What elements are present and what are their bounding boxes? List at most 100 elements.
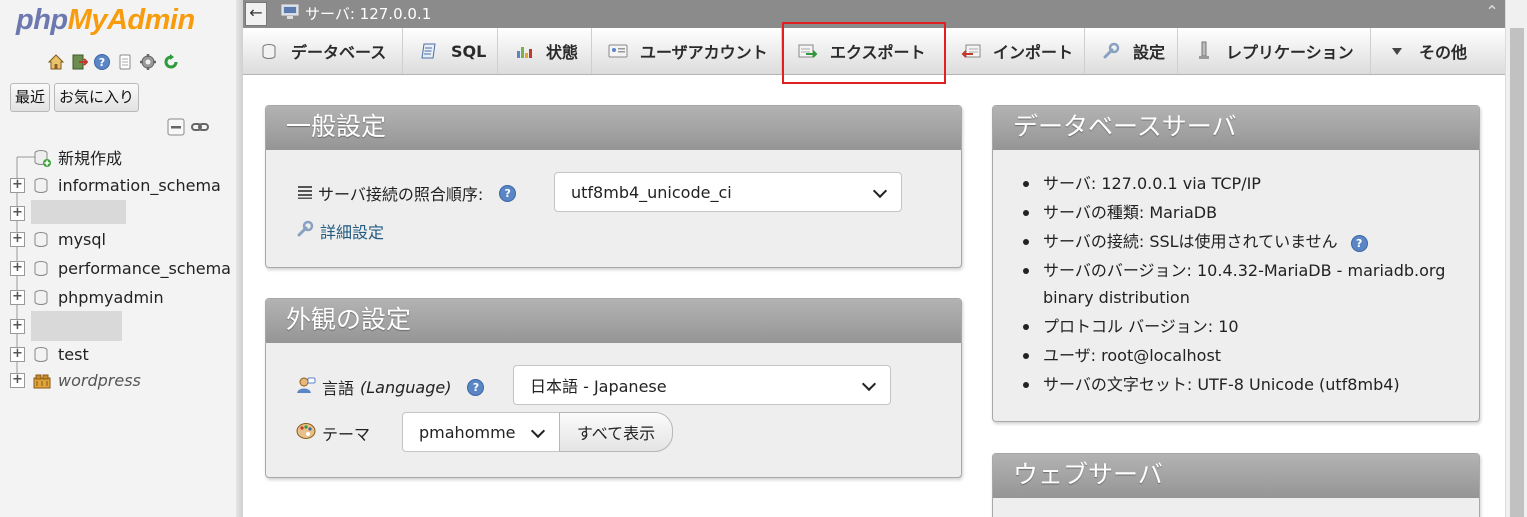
- tree-item-phpmyadmin[interactable]: + phpmyadmin: [0, 283, 236, 311]
- tree-item-information-schema[interactable]: + information_schema: [0, 171, 236, 199]
- navigation-panel: phpMyAdmin ? 最近 お気に入り 新規作成 + information…: [0, 0, 243, 517]
- panel-title: 一般設定: [266, 106, 961, 150]
- panel-title: データベースサーバ: [993, 106, 1479, 150]
- favorites-tab[interactable]: お気に入り: [54, 83, 140, 112]
- link-icon[interactable]: [191, 118, 209, 140]
- tab-label: データベース: [291, 43, 387, 62]
- collapse-icon[interactable]: ⌃: [1483, 4, 1501, 22]
- palette-icon: [296, 422, 316, 444]
- recent-tab[interactable]: 最近: [10, 83, 51, 112]
- tab-replication[interactable]: レプリケーション: [1178, 28, 1371, 74]
- tree-new-label: 新規作成: [58, 149, 123, 168]
- language-en-label: (Language): [360, 377, 452, 397]
- list-item: プロトコル バージョン: 10: [1013, 313, 1473, 340]
- nav-resize-handle[interactable]: [236, 0, 243, 517]
- tab-export[interactable]: エクスポート: [782, 28, 945, 74]
- panel-title: ウェブサーバ: [993, 454, 1479, 498]
- tab-label: 状態: [546, 43, 579, 62]
- users-icon: [608, 41, 628, 61]
- expand-icon[interactable]: +: [10, 372, 25, 388]
- docs-icon[interactable]: [115, 52, 135, 72]
- theme-select[interactable]: pmahomme: [402, 412, 560, 452]
- help-icon[interactable]: ?: [467, 378, 485, 396]
- tree-item-test[interactable]: + test: [0, 340, 236, 368]
- nav-tree-tools: [167, 118, 209, 140]
- list-item: ユーザ: root@localhost: [1013, 342, 1473, 369]
- tab-user-accounts[interactable]: ユーザアカウント: [592, 28, 782, 74]
- wrench-icon: [296, 220, 314, 242]
- help-icon[interactable]: ?: [499, 184, 517, 202]
- help-icon[interactable]: ?: [1350, 235, 1368, 252]
- tab-more[interactable]: その他: [1371, 28, 1476, 74]
- tree-item-redacted[interactable]: +: [0, 311, 236, 341]
- tree-item-performance-schema[interactable]: + performance_schema: [0, 254, 236, 282]
- theme-value: pmahomme: [419, 422, 516, 442]
- language-select[interactable]: 日本語 - Japanese: [513, 365, 891, 405]
- wrench-icon: [1101, 41, 1121, 61]
- expand-icon[interactable]: +: [10, 231, 25, 247]
- language-icon: [296, 376, 316, 398]
- main-menu: データベース SQL 状態 ユーザアカウント エクスポート インポート 設定 レ…: [243, 28, 1505, 75]
- general-settings-panel: 一般設定 サーバ接続の照合順序: ? utf8mb4_unicode_ci 詳細…: [265, 105, 962, 268]
- expand-icon[interactable]: +: [10, 318, 25, 334]
- expand-icon[interactable]: +: [10, 346, 25, 362]
- exit-icon[interactable]: [69, 52, 89, 72]
- sql-icon: [419, 41, 439, 61]
- more-settings-link[interactable]: 詳細設定: [296, 219, 384, 243]
- logo-myadmin: MyAdmin: [67, 4, 196, 36]
- tree-item-redacted[interactable]: +: [0, 199, 236, 227]
- logo-php: php: [16, 4, 68, 36]
- server-label: サーバ: 127.0.0.1: [305, 5, 432, 23]
- list-item: サーバの文字セット: UTF-8 Unicode (utf8mb4): [1013, 371, 1473, 398]
- expand-icon[interactable]: +: [10, 205, 25, 221]
- back-arrow-button[interactable]: ←: [245, 2, 267, 26]
- replication-icon: [1194, 41, 1214, 61]
- language-row: 言語 (Language) ?: [296, 375, 485, 399]
- tree-item-label: performance_schema: [58, 258, 231, 278]
- collapse-all-icon[interactable]: [167, 118, 185, 140]
- database-icon: [33, 260, 49, 277]
- expand-icon[interactable]: +: [10, 260, 25, 276]
- collation-value: utf8mb4_unicode_ci: [571, 182, 732, 202]
- tree-item-mysql[interactable]: + mysql: [0, 225, 236, 253]
- status-icon: [514, 41, 534, 61]
- tree-item-wordpress[interactable]: + wordpress: [0, 366, 236, 394]
- reload-icon[interactable]: [161, 52, 181, 72]
- tree-item-label: information_schema: [58, 175, 221, 195]
- tab-status[interactable]: 状態: [498, 28, 592, 74]
- nav-tabs: 最近 お気に入り: [10, 83, 140, 112]
- help-icon[interactable]: ?: [92, 52, 112, 72]
- expand-icon[interactable]: +: [10, 177, 25, 193]
- breadcrumb[interactable]: サーバ: 127.0.0.1: [281, 3, 431, 24]
- home-icon[interactable]: [46, 52, 66, 72]
- database-server-panel: データベースサーバ サーバ: 127.0.0.1 via TCP/IP サーバの…: [992, 105, 1480, 422]
- scrollbar-thumb[interactable]: [1510, 28, 1524, 517]
- appearance-settings-panel: 外観の設定 言語 (Language) ? 日本語 - Japanese テーマ…: [265, 298, 962, 478]
- database-icon: [33, 346, 49, 363]
- export-icon: [798, 41, 818, 61]
- redacted-name: [31, 311, 122, 341]
- tab-sql[interactable]: SQL: [403, 28, 498, 74]
- show-all-themes-button[interactable]: すべて表示: [559, 412, 673, 452]
- top-bar: ← サーバ: 127.0.0.1 ⌃: [243, 0, 1505, 28]
- tab-settings[interactable]: 設定: [1085, 28, 1178, 74]
- tree-new-item[interactable]: 新規作成: [0, 143, 236, 171]
- tab-databases[interactable]: データベース: [243, 28, 403, 74]
- list-icon: [298, 184, 312, 203]
- tab-import[interactable]: インポート: [945, 28, 1085, 74]
- tab-label: その他: [1419, 43, 1468, 62]
- language-value: 日本語 - Japanese: [530, 377, 667, 396]
- settings-icon[interactable]: [138, 52, 158, 72]
- redacted-name: [31, 200, 126, 224]
- panel-title: 外観の設定: [266, 299, 961, 343]
- expand-icon[interactable]: +: [10, 289, 25, 305]
- chevron-down-icon: [872, 183, 888, 199]
- list-item-text: サーバの接続: SSLは使用されていません: [1043, 232, 1338, 251]
- server-icon: [281, 4, 299, 24]
- chevron-down-icon: [530, 423, 546, 439]
- collation-select[interactable]: utf8mb4_unicode_ci: [554, 172, 902, 212]
- page-scrollbar[interactable]: [1505, 0, 1527, 517]
- new-db-icon: [33, 149, 51, 167]
- phpmyadmin-logo[interactable]: phpMyAdmin: [16, 4, 195, 37]
- database-icon: [33, 177, 49, 194]
